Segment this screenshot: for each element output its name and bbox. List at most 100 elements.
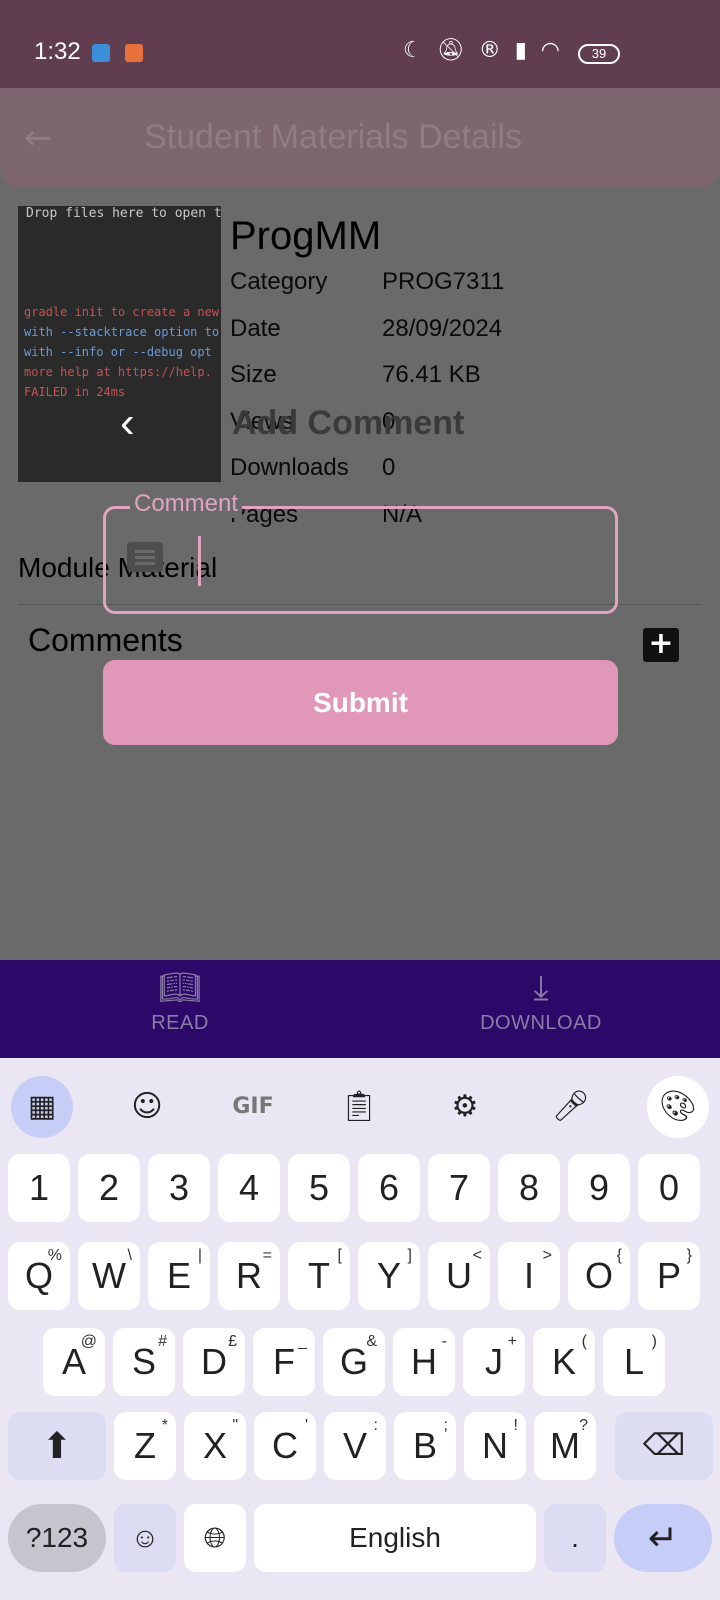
- key-secondary-symbol: ;: [443, 1417, 448, 1434]
- key-9[interactable]: 9: [568, 1154, 630, 1222]
- key-g[interactable]: G &: [323, 1328, 385, 1396]
- download-icon: ⤓: [533, 968, 549, 1008]
- key-q[interactable]: Q%: [8, 1242, 70, 1310]
- detail-row: Category PROG7311: [230, 268, 504, 315]
- key-secondary-symbol: @: [80, 1333, 97, 1350]
- key-y[interactable]: Y]: [358, 1242, 420, 1310]
- key-2[interactable]: 2: [78, 1154, 140, 1222]
- key-label: R: [236, 1255, 262, 1296]
- microphone-icon[interactable]: 🎤︎: [540, 1076, 602, 1138]
- key-w[interactable]: W \: [78, 1242, 140, 1310]
- key-secondary-symbol: +: [507, 1333, 517, 1350]
- apps-grid-icon[interactable]: ▦: [11, 1076, 73, 1138]
- wifi-icon: ◠: [540, 38, 560, 63]
- text-cursor: [198, 536, 201, 586]
- detail-label: Size: [230, 361, 277, 388]
- key-label: 5: [308, 1167, 330, 1208]
- key-secondary-symbol: =: [262, 1247, 272, 1264]
- key-m[interactable]: M?: [534, 1412, 596, 1480]
- key-secondary-symbol: >: [542, 1247, 552, 1264]
- key-z[interactable]: Z *: [114, 1412, 176, 1480]
- key-1[interactable]: 1: [8, 1154, 70, 1222]
- key-x[interactable]: X ": [184, 1412, 246, 1480]
- key-5[interactable]: 5: [288, 1154, 350, 1222]
- arrow-back-icon[interactable]: ←: [24, 118, 53, 158]
- nav-read[interactable]: 📖︎ READ: [80, 960, 280, 1058]
- key-label: I: [523, 1255, 534, 1296]
- key-label: O: [584, 1255, 613, 1296]
- key-7[interactable]: 7: [428, 1154, 490, 1222]
- key-p[interactable]: P}: [638, 1242, 700, 1310]
- clipboard-icon[interactable]: 📋︎: [328, 1076, 390, 1138]
- key-label: P: [656, 1255, 681, 1296]
- key-label: E: [166, 1255, 191, 1296]
- key-s[interactable]: S #: [113, 1328, 175, 1396]
- submit-button[interactable]: Submit: [103, 660, 618, 745]
- key-r[interactable]: R =: [218, 1242, 280, 1310]
- symbols-key[interactable]: ?123: [8, 1504, 106, 1572]
- key-j[interactable]: J +: [463, 1328, 525, 1396]
- app-bar: ← Student Materials Details: [0, 88, 720, 188]
- key-u[interactable]: U <: [428, 1242, 490, 1310]
- key-secondary-symbol: :: [373, 1417, 378, 1434]
- bottom-nav: 📖︎ READ ⤓ DOWNLOAD: [0, 960, 720, 1058]
- key-f[interactable]: F _: [253, 1328, 315, 1396]
- key-i[interactable]: I >: [498, 1242, 560, 1310]
- globe-icon[interactable]: 🌐︎: [184, 1504, 246, 1572]
- settings-gear-icon[interactable]: ⚙: [434, 1076, 496, 1138]
- keyboard: ▦ ☺ GIF 📋︎ ⚙ 🎤︎ 🎨︎ 1234567890 Q% W \ E | R = T[…: [0, 1058, 720, 1600]
- key-secondary-symbol: |: [197, 1247, 202, 1264]
- key-t[interactable]: T[: [288, 1242, 350, 1310]
- comment-input[interactable]: [103, 506, 618, 614]
- key-c[interactable]: C ': [254, 1412, 316, 1480]
- key-secondary-symbol: }: [686, 1247, 692, 1264]
- key-v[interactable]: V:: [324, 1412, 386, 1480]
- key-h[interactable]: H-: [393, 1328, 455, 1396]
- emoji-key[interactable]: ☺: [114, 1504, 176, 1572]
- palette-icon[interactable]: 🎨︎: [647, 1076, 709, 1138]
- nav-download[interactable]: ⤓ DOWNLOAD: [441, 960, 641, 1058]
- key-label: 1: [28, 1167, 50, 1208]
- key-label: M: [550, 1425, 580, 1466]
- backspace-key[interactable]: ⌫: [615, 1412, 713, 1480]
- period-key[interactable]: .: [544, 1504, 606, 1572]
- preview-line: more help at https://help.: [24, 365, 212, 379]
- shift-key[interactable]: ⬆: [8, 1412, 106, 1480]
- key-4[interactable]: 4: [218, 1154, 280, 1222]
- key-o[interactable]: O{: [568, 1242, 630, 1310]
- key-l[interactable]: L): [603, 1328, 665, 1396]
- key-n[interactable]: N!: [464, 1412, 526, 1480]
- dialog-back-icon[interactable]: ‹: [120, 398, 135, 448]
- key-e[interactable]: E |: [148, 1242, 210, 1310]
- detail-value: 0: [382, 454, 396, 481]
- key-label: W: [92, 1255, 126, 1296]
- space-key[interactable]: English: [254, 1504, 536, 1572]
- key-secondary-symbol: ": [232, 1417, 238, 1434]
- page-title: Student Materials Details: [144, 118, 522, 156]
- key-label: N: [482, 1425, 508, 1466]
- key-8[interactable]: 8: [498, 1154, 560, 1222]
- key-label: 4: [238, 1167, 260, 1208]
- status-time: 1:32: [34, 38, 81, 65]
- dialog-title: Add Comment: [232, 404, 465, 442]
- key-label: 0: [658, 1167, 680, 1208]
- signal-icon: ▮: [514, 38, 527, 63]
- key-label: U: [446, 1255, 472, 1296]
- key-3[interactable]: 3: [148, 1154, 210, 1222]
- key-label: T: [308, 1255, 330, 1296]
- key-b[interactable]: B;: [394, 1412, 456, 1480]
- enter-key[interactable]: ↵: [614, 1504, 712, 1572]
- gif-icon[interactable]: GIF: [222, 1076, 284, 1138]
- sticker-icon[interactable]: ☺: [116, 1076, 178, 1138]
- key-label: G: [339, 1341, 368, 1382]
- key-secondary-symbol: _: [298, 1333, 307, 1350]
- key-secondary-symbol: <: [472, 1247, 482, 1264]
- key-k[interactable]: K(: [533, 1328, 595, 1396]
- key-label: 7: [448, 1167, 470, 1208]
- add-comment-icon[interactable]: +: [643, 628, 679, 662]
- key-secondary-symbol: £: [228, 1333, 237, 1350]
- key-a[interactable]: A @: [43, 1328, 105, 1396]
- key-0[interactable]: 0: [638, 1154, 700, 1222]
- key-6[interactable]: 6: [358, 1154, 420, 1222]
- key-d[interactable]: D £: [183, 1328, 245, 1396]
